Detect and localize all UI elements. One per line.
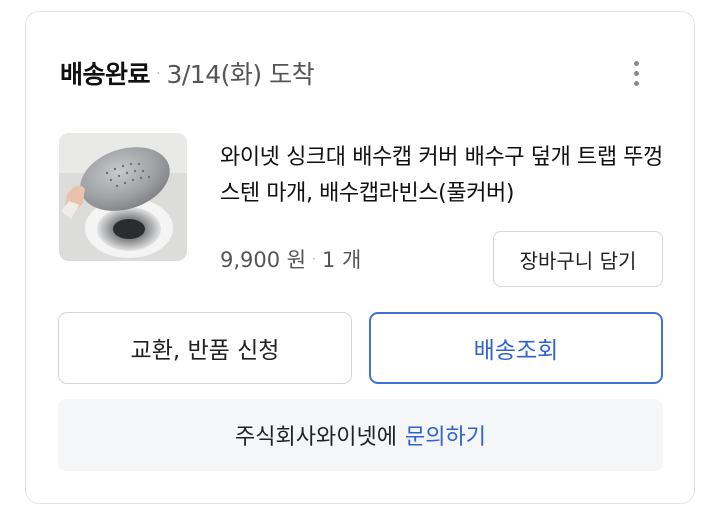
track-delivery-button[interactable]: 배송조회 (369, 312, 663, 384)
order-header: 배송완료 · 3/14(화) 도착 (60, 56, 315, 90)
product-quantity: 1 개 (321, 248, 362, 272)
product-price: 9,900 원 (220, 248, 307, 272)
add-to-cart-button[interactable]: 장바구니 담기 (493, 231, 663, 287)
delivery-status: 배송완료 (60, 60, 151, 89)
product-title[interactable]: 와이넷 싱크대 배수캡 커버 배수구 덮개 트랩 뚜껑 스텐 마개, 배수캡라빈… (220, 140, 670, 212)
inquiry-link[interactable]: 문의하기 (405, 419, 486, 451)
header-separator: · (156, 66, 161, 82)
exchange-return-button[interactable]: 교환, 반품 신청 (58, 312, 352, 384)
arrival-date: 3/14(화) 도착 (166, 60, 315, 89)
more-options-icon[interactable] (624, 56, 648, 90)
product-image[interactable] (59, 133, 187, 261)
seller-inquiry-bar: 주식회사와이넷에 문의하기 (58, 399, 663, 471)
price-quantity: 9,900 원 · 1 개 (220, 244, 361, 274)
seller-name: 주식회사와이넷에 (235, 425, 397, 450)
order-card: 배송완료 · 3/14(화) 도착 와이넷 싱크대 배수캡 커버 배수구 덮개 … (25, 11, 695, 504)
price-separator: · (312, 252, 316, 266)
